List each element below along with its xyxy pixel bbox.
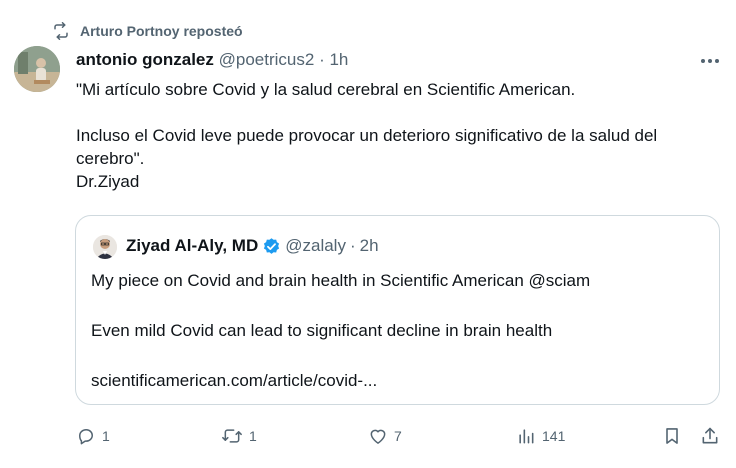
views-icon [516,426,536,446]
author-avatar[interactable] [14,46,60,92]
quoted-text: My piece on Covid and brain health in Sc… [91,268,701,393]
quoted-author-avatar [93,235,117,259]
quoted-separator: · [349,236,356,255]
quoted-line-1: My piece on Covid and brain health in Sc… [91,271,591,290]
verified-badge-icon [262,237,281,256]
heart-icon [368,426,388,446]
repost-count: 1 [249,428,257,444]
quoted-link[interactable]: scientificamerican.com/article/covid-... [91,371,377,390]
repost-action-icon [221,426,243,446]
repost-indicator[interactable]: Arturo Portnoy reposteó [52,22,243,40]
repost-button[interactable]: 1 [221,423,257,449]
post-text: "Mi artículo sobre Covid y la salud cere… [76,80,658,191]
more-options-button[interactable] [698,52,722,68]
like-button[interactable]: 7 [368,423,402,449]
quoted-time[interactable]: 2h [360,236,379,256]
share-button[interactable] [700,423,720,449]
reply-icon [76,426,96,446]
views-button[interactable]: 141 [516,423,565,449]
header-separator: · [319,50,325,69]
like-count: 7 [394,428,402,444]
tweet-card[interactable]: Arturo Portnoy reposteó antonio gonzalez… [0,0,736,468]
author-handle[interactable]: @poetricus2 [219,50,315,69]
quoted-author-name[interactable]: Ziyad Al-Aly, MD [126,236,258,256]
quoted-header: Ziyad Al-Aly, MD @zalaly · 2h [126,236,379,256]
post-header: antonio gonzalez @poetricus2 · 1h [76,50,736,70]
bookmark-icon [662,426,682,446]
action-bar: 1 1 7 141 [76,423,726,449]
quoted-tweet[interactable]: Ziyad Al-Aly, MD @zalaly · 2h My piece o… [75,215,720,405]
repost-text: Arturo Portnoy reposteó [80,23,243,39]
quoted-author-handle[interactable]: @zalaly [285,236,346,256]
reply-count: 1 [102,428,110,444]
reply-button[interactable]: 1 [76,423,110,449]
repost-icon [52,22,70,40]
views-count: 141 [542,428,566,444]
post-time[interactable]: 1h [329,50,348,69]
share-icon [700,426,720,446]
more-icon [700,51,720,69]
quoted-line-2: Even mild Covid can lead to significant … [91,321,553,340]
author-name[interactable]: antonio gonzalez [76,50,214,69]
bookmark-button[interactable] [662,423,682,449]
